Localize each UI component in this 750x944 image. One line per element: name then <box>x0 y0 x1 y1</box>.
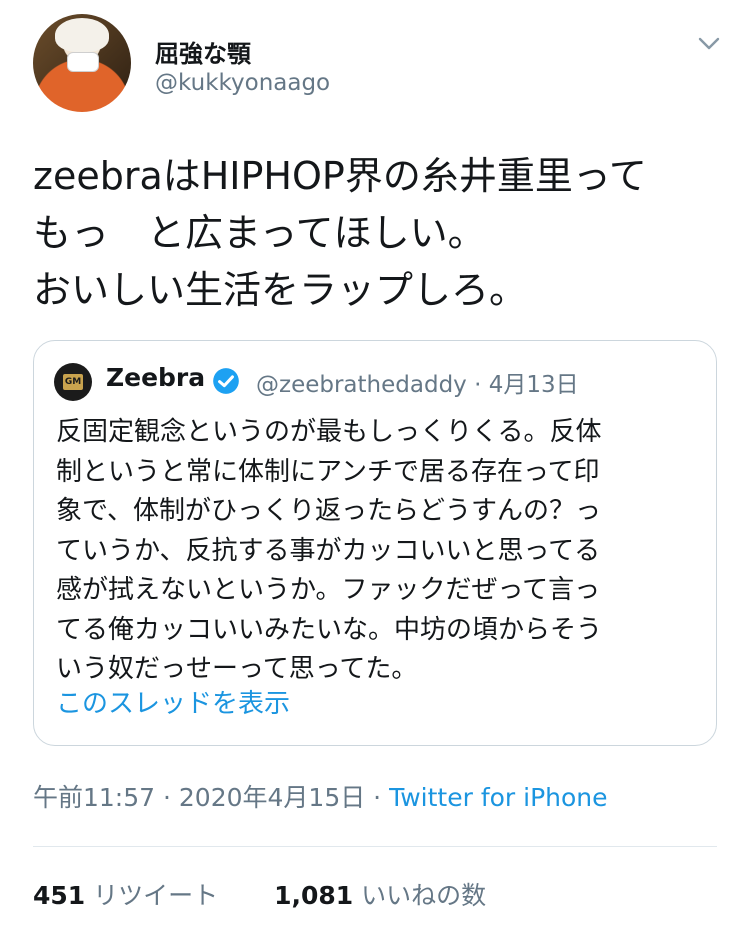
likes-label: いいねの数 <box>361 881 487 910</box>
likes-stat[interactable]: 1,081 いいねの数 <box>274 881 486 910</box>
quoted-meta: @zeebrathedaddy · 4月13日 <box>256 365 579 399</box>
tweet-time[interactable]: 午前11:57 <box>33 783 155 812</box>
tweet-header: 屈強な顎 @kukkyonaago <box>33 14 723 114</box>
tweet-source-link[interactable]: Twitter for iPhone <box>389 783 607 812</box>
tweet-timestamp: 午前11:57 · 2020年4月15日 · Twitter for iPhon… <box>33 778 608 814</box>
retweets-count: 451 <box>33 881 86 910</box>
verified-badge-icon <box>213 368 239 394</box>
quoted-author-avatar: GM <box>54 363 92 401</box>
tweet-date[interactable]: 2020年4月15日 <box>179 783 365 812</box>
retweets-stat[interactable]: 451 リツイート <box>33 881 226 910</box>
timestamp-separator: · <box>155 783 179 812</box>
author-avatar[interactable] <box>33 14 131 112</box>
author-username[interactable]: @kukkyonaago <box>155 70 330 96</box>
quoted-tweet-card[interactable]: GM Zeebra @zeebrathedaddy · 4月13日 反固定観念と… <box>33 340 717 746</box>
tweet-text: zeebraはHIPHOP界の糸井重里って もっ と広まってほしい。 おいしい生… <box>33 154 647 312</box>
likes-count: 1,081 <box>274 881 354 910</box>
quoted-author-name: Zeebra <box>106 363 206 392</box>
timestamp-separator: · <box>365 783 390 812</box>
tweet-stats: 451 リツイート 1,081 いいねの数 <box>33 876 486 912</box>
chevron-down-icon[interactable] <box>695 30 723 58</box>
show-thread-link[interactable]: このスレッドを表示 <box>56 683 290 720</box>
quoted-separator: · <box>474 372 482 398</box>
author-display-name[interactable]: 屈強な顎 <box>155 34 251 69</box>
divider <box>33 846 717 847</box>
quoted-username: @zeebrathedaddy <box>256 372 467 398</box>
quoted-tweet-text: 反固定観念というのが最もしっくりくる。反体 制というと常に体制にアンチで居る存在… <box>56 417 603 684</box>
retweets-label: リツイート <box>93 881 219 910</box>
quoted-date: 4月13日 <box>488 372 579 398</box>
